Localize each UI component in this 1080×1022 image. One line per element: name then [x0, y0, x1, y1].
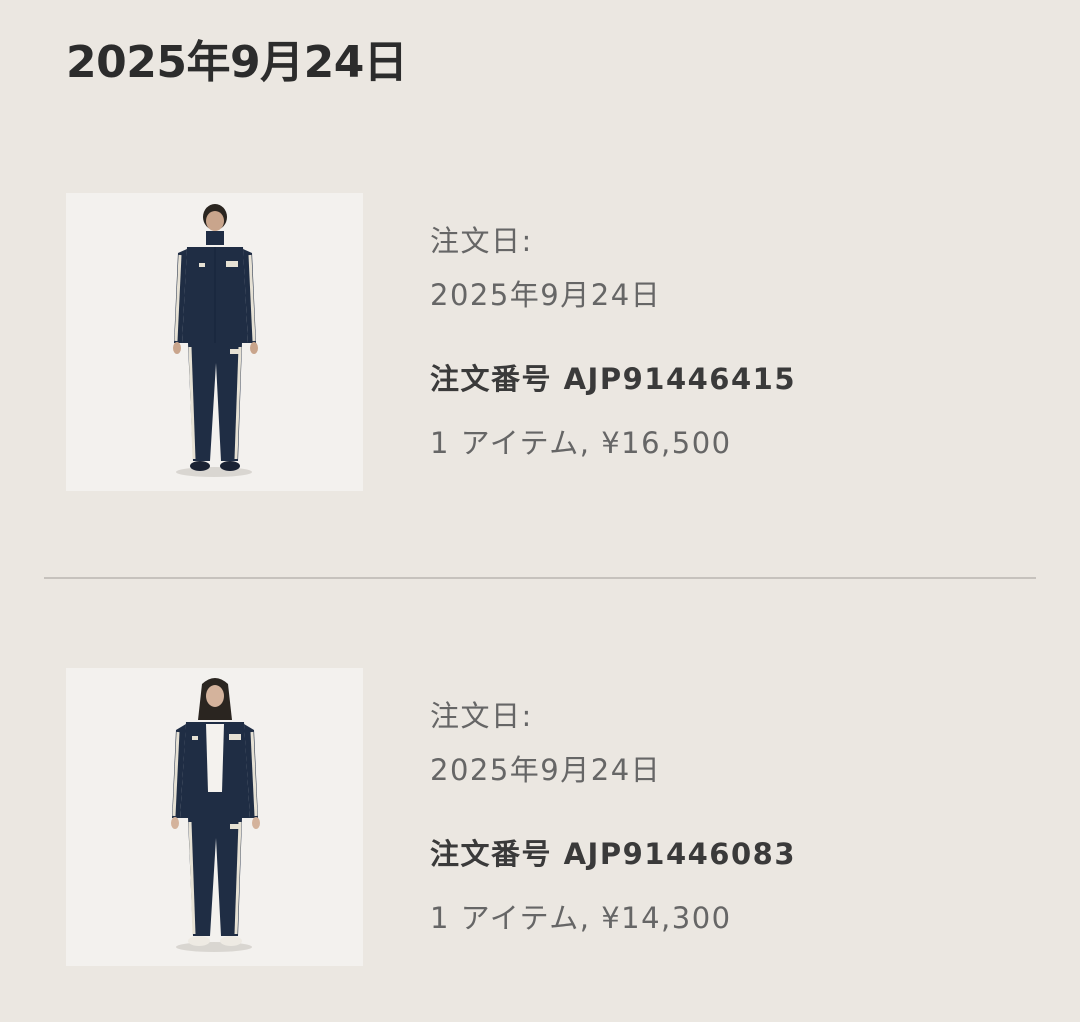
- product-photo-icon: [173, 204, 258, 477]
- order-date-value: 2025年9月24日: [430, 753, 662, 787]
- order-date-label: 注文日:: [430, 699, 533, 733]
- order-date-value: 2025年9月24日: [430, 278, 662, 312]
- product-photo-icon: [171, 678, 260, 952]
- order-info: 注文日: 2025年9月24日 注文番号 AJP91446415 1 アイテム,…: [430, 221, 795, 460]
- order-info: 注文日: 2025年9月24日 注文番号 AJP91446083 1 アイテム,…: [430, 696, 795, 935]
- order-date-label: 注文日:: [430, 224, 533, 258]
- order-number[interactable]: 注文番号 AJP91446083: [430, 834, 796, 874]
- order-number[interactable]: 注文番号 AJP91446415: [430, 359, 796, 399]
- product-thumbnail[interactable]: [66, 193, 363, 491]
- order-card[interactable]: 注文日: 2025年9月24日 注文番号 AJP91446415 1 アイテム,…: [0, 193, 1080, 493]
- product-thumbnail[interactable]: [66, 668, 363, 966]
- order-card[interactable]: 注文日: 2025年9月24日 注文番号 AJP91446083 1 アイテム,…: [0, 668, 1080, 968]
- order-items-summary: 1 アイテム, ¥14,300: [430, 901, 732, 935]
- page-title: 2025年9月24日: [66, 37, 408, 88]
- order-items-summary: 1 アイテム, ¥16,500: [430, 426, 732, 460]
- divider: [44, 577, 1036, 579]
